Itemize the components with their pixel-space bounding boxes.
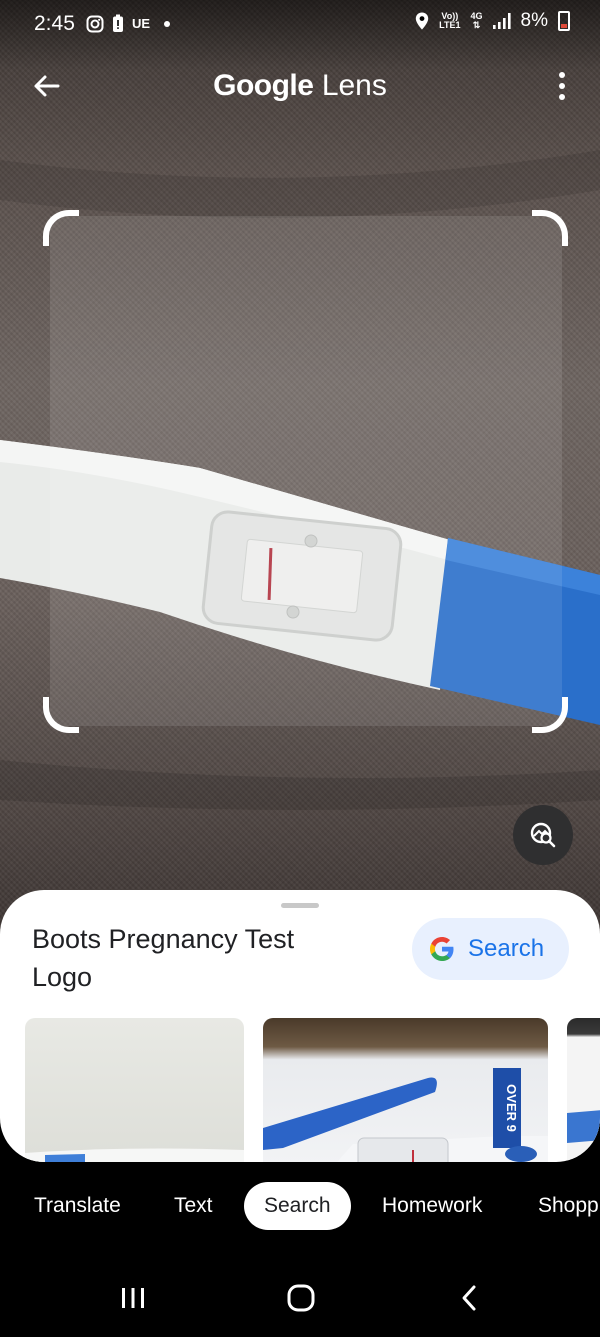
thumbnail-image — [567, 1110, 600, 1143]
location-icon — [415, 12, 429, 30]
result-thumbnail[interactable] — [567, 1018, 600, 1162]
battery-saver-icon — [113, 14, 123, 32]
back-chevron-icon — [462, 1285, 476, 1311]
sheet-drag-handle[interactable] — [281, 903, 319, 908]
home-icon — [287, 1284, 315, 1312]
app-header: Google Lens — [0, 56, 600, 116]
home-button[interactable] — [281, 1278, 321, 1318]
results-sheet[interactable]: Boots Pregnancy Test Logo Search OVER 9 — [0, 890, 600, 1162]
title-brand: Google — [213, 69, 314, 102]
tab-text[interactable]: Text — [174, 1182, 213, 1230]
system-back-button[interactable] — [449, 1278, 489, 1318]
result-thumbnail[interactable] — [25, 1018, 244, 1162]
search-button-label: Search — [468, 935, 545, 962]
lte-label: LTE1 — [439, 20, 461, 30]
status-bar: 2:45 UE Vo)) LTE1 4G ⇅ 8% — [0, 0, 600, 48]
thumbnail-label: OVER 9 — [504, 1084, 519, 1132]
tab-search[interactable]: Search — [244, 1182, 351, 1230]
tab-translate[interactable]: Translate — [34, 1182, 121, 1230]
camera-viewport[interactable] — [0, 0, 600, 960]
result-thumbnail[interactable]: OVER 9 — [263, 1018, 548, 1162]
battery-icon — [558, 11, 570, 31]
notification-dot-icon — [164, 20, 171, 27]
title-product: Lens — [321, 69, 387, 102]
selection-area[interactable] — [50, 216, 562, 726]
status-left-icons: UE — [86, 14, 171, 33]
more-options-button[interactable] — [554, 68, 570, 104]
carrier-badge: UE — [132, 16, 151, 31]
volte-indicator: Vo)) LTE1 — [439, 12, 460, 30]
tab-shopping[interactable]: Shopp — [538, 1182, 599, 1230]
result-title: Boots Pregnancy Test Logo — [32, 924, 295, 992]
more-dot-icon — [559, 72, 565, 78]
network-type-indicator: 4G ⇅ — [471, 12, 483, 30]
recent-apps-icon — [122, 1288, 144, 1308]
google-search-button[interactable]: Search — [412, 918, 569, 980]
tab-homework[interactable]: Homework — [382, 1182, 482, 1230]
status-time: 2:45 — [34, 12, 75, 35]
system-navigation-bar — [0, 1250, 600, 1337]
signal-icon — [492, 13, 511, 29]
image-search-icon — [530, 822, 556, 848]
thumbnail-image — [25, 1148, 244, 1162]
lens-mode-tabs: Translate Text Search Homework Shopp — [0, 1162, 600, 1250]
page-title: Google Lens — [0, 69, 600, 103]
thumbnail-image: OVER 9 — [263, 1068, 548, 1162]
more-dot-icon — [559, 94, 565, 100]
data-arrows-icon: ⇅ — [472, 20, 481, 30]
instagram-icon — [86, 15, 104, 32]
image-search-button[interactable] — [513, 805, 573, 865]
recent-apps-button[interactable] — [113, 1278, 153, 1318]
status-right-icons: Vo)) LTE1 4G ⇅ 8% — [415, 10, 570, 32]
more-dot-icon — [559, 83, 565, 89]
google-g-icon — [430, 937, 454, 961]
battery-percent: 8% — [520, 10, 548, 31]
